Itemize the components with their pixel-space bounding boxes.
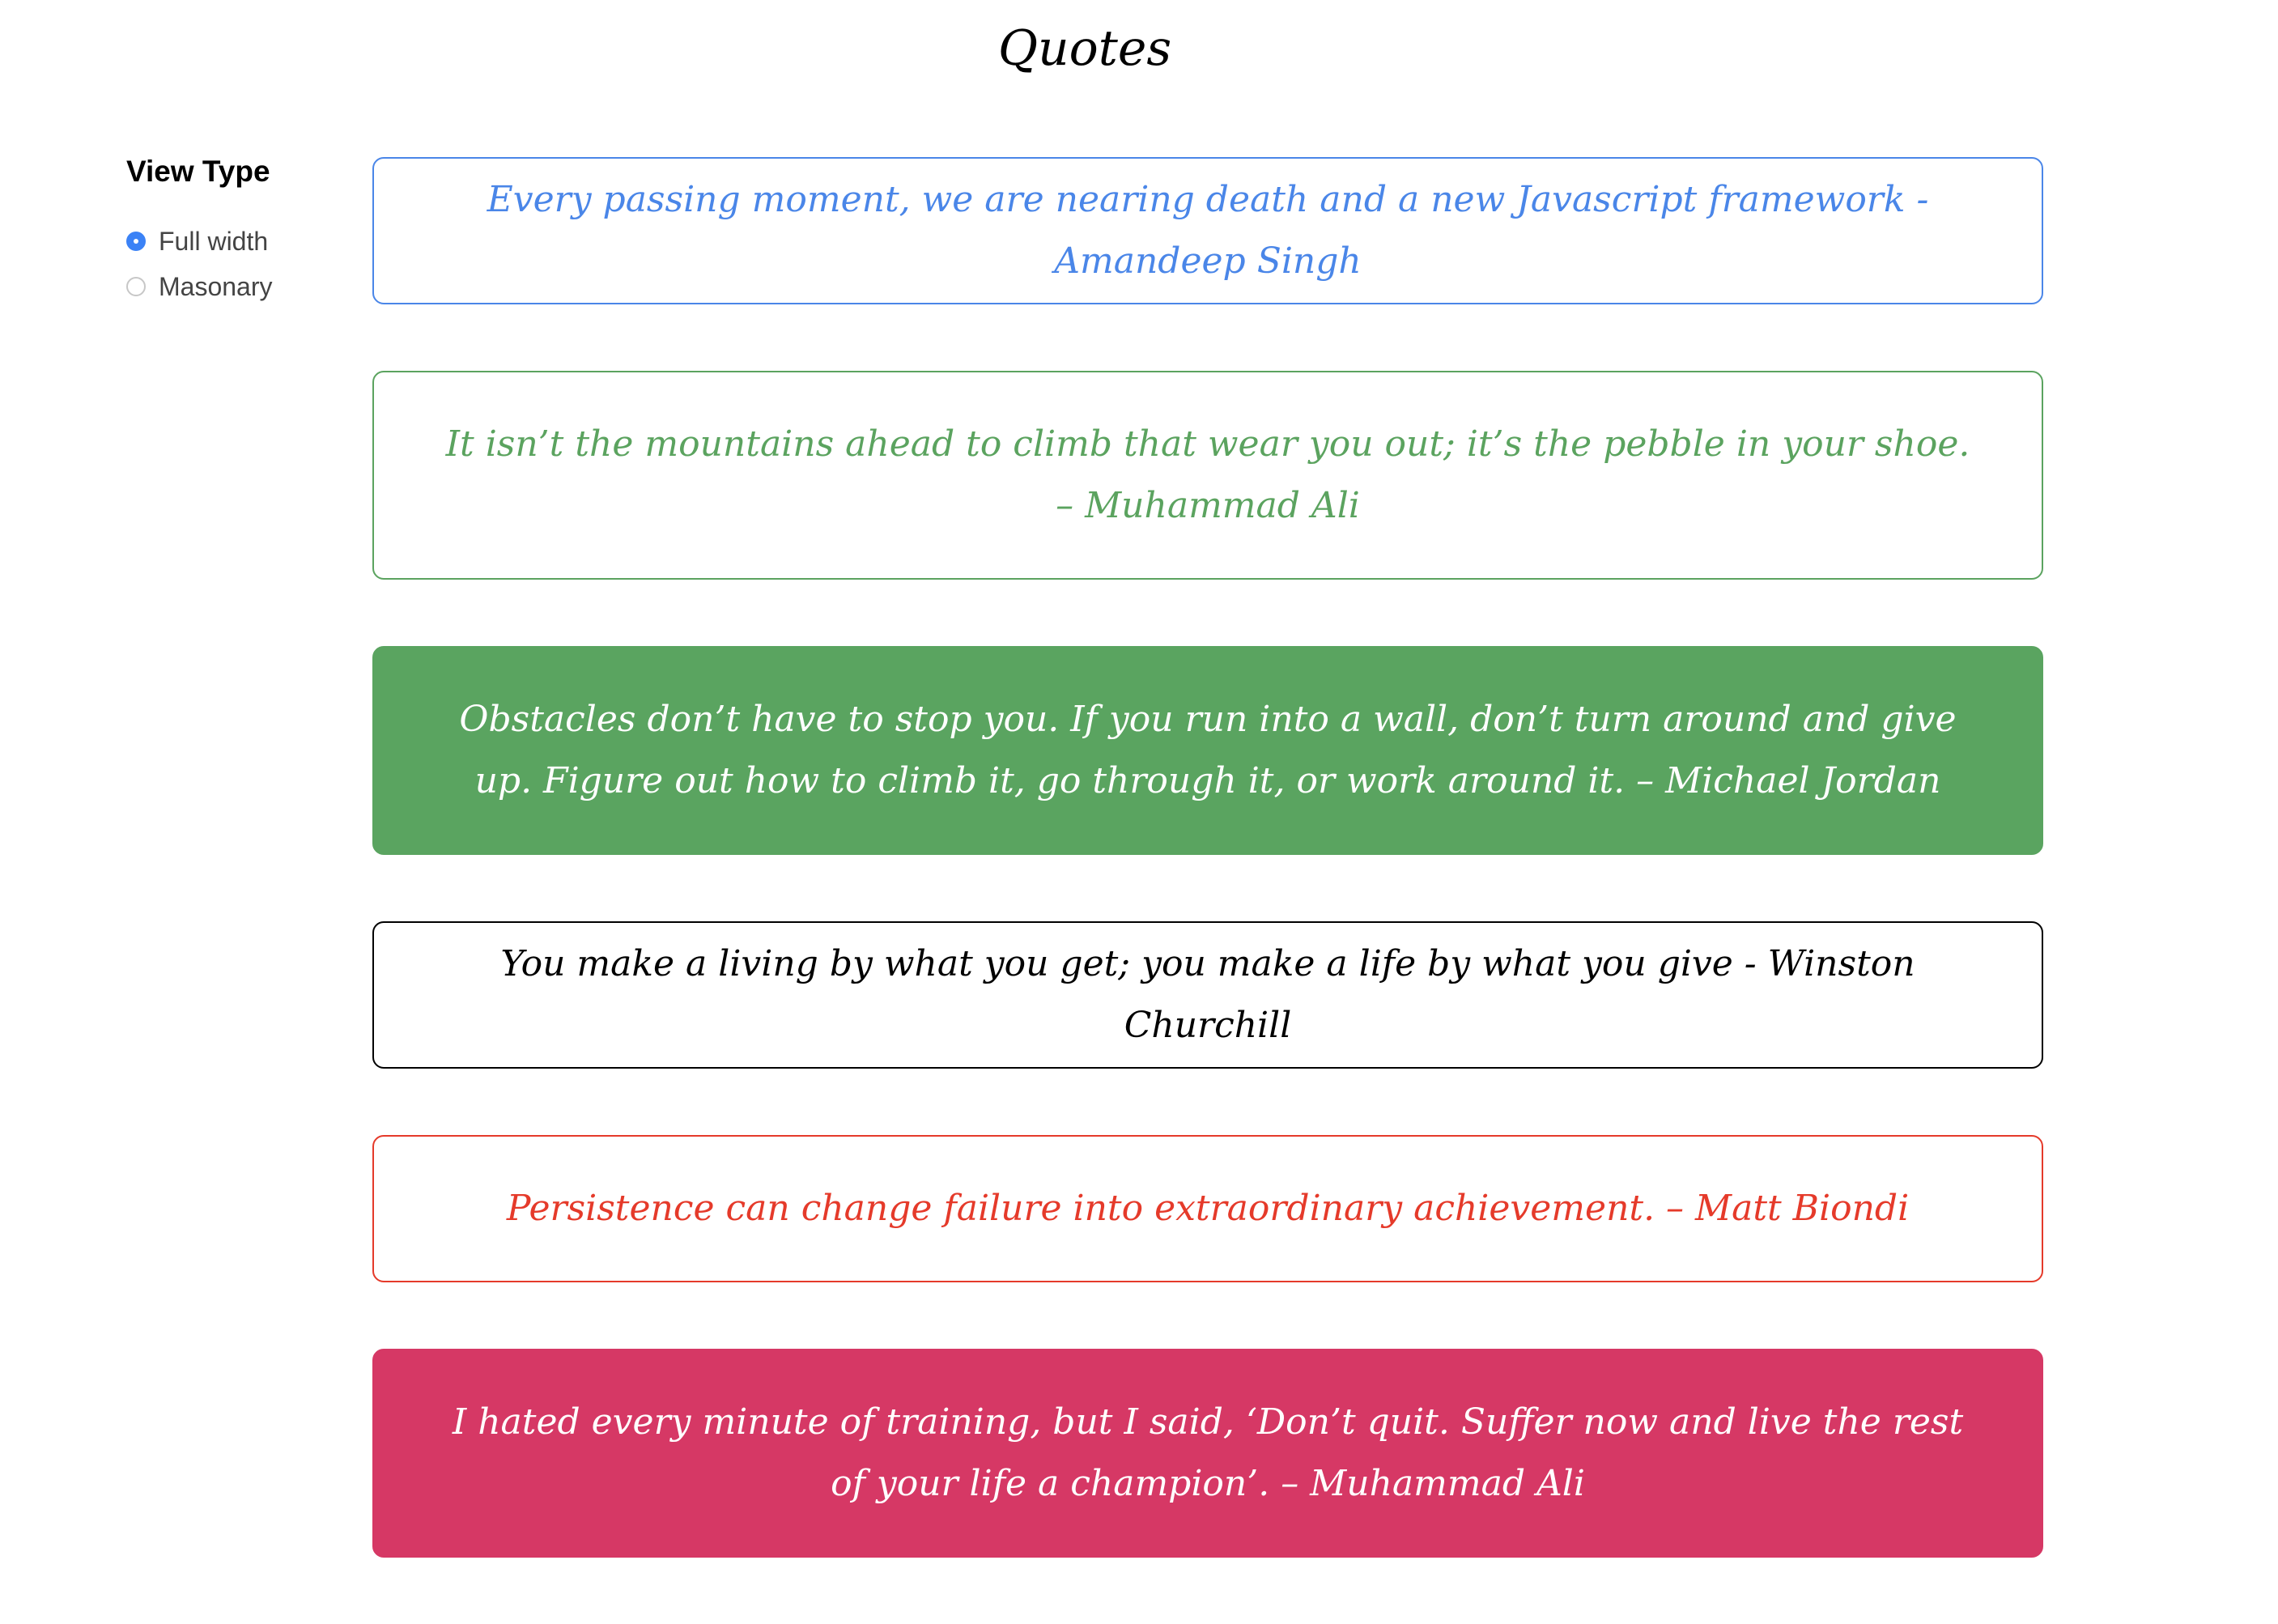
quote-text: I hated every minute of training, but I … (452, 1401, 1964, 1504)
quote-card: Obstacles don’t have to stop you. If you… (372, 646, 2043, 855)
quote-text: You make a living by what you get; you m… (500, 943, 1915, 1046)
page-title: Quotes (997, 20, 1172, 77)
view-option-full-width[interactable]: Full width (126, 219, 337, 264)
quote-card: Persistence can change failure into extr… (372, 1135, 2043, 1282)
quote-text: Persistence can change failure into extr… (506, 1188, 1910, 1229)
quote-card: You make a living by what you get; you m… (372, 921, 2043, 1069)
quote-card: Every passing moment, we are nearing dea… (372, 157, 2043, 304)
view-type-heading: View Type (126, 155, 270, 188)
quote-text: Obstacles don’t have to stop you. If you… (459, 699, 1957, 801)
quote-text: Every passing moment, we are nearing dea… (487, 179, 1929, 282)
full-width-label[interactable]: Full width (159, 227, 268, 257)
full-width-radio[interactable] (126, 232, 146, 251)
view-type-panel: View Type Full width Masonary (126, 149, 337, 309)
quotes-list: Every passing moment, we are nearing dea… (372, 157, 2043, 1624)
view-option-masonary[interactable]: Masonary (126, 264, 337, 309)
masonary-radio[interactable] (126, 277, 146, 296)
quote-card: I hated every minute of training, but I … (372, 1349, 2043, 1558)
masonary-label[interactable]: Masonary (159, 272, 273, 302)
quote-card: It isn’t the mountains ahead to climb th… (372, 371, 2043, 580)
quote-text: It isn’t the mountains ahead to climb th… (445, 423, 1970, 526)
